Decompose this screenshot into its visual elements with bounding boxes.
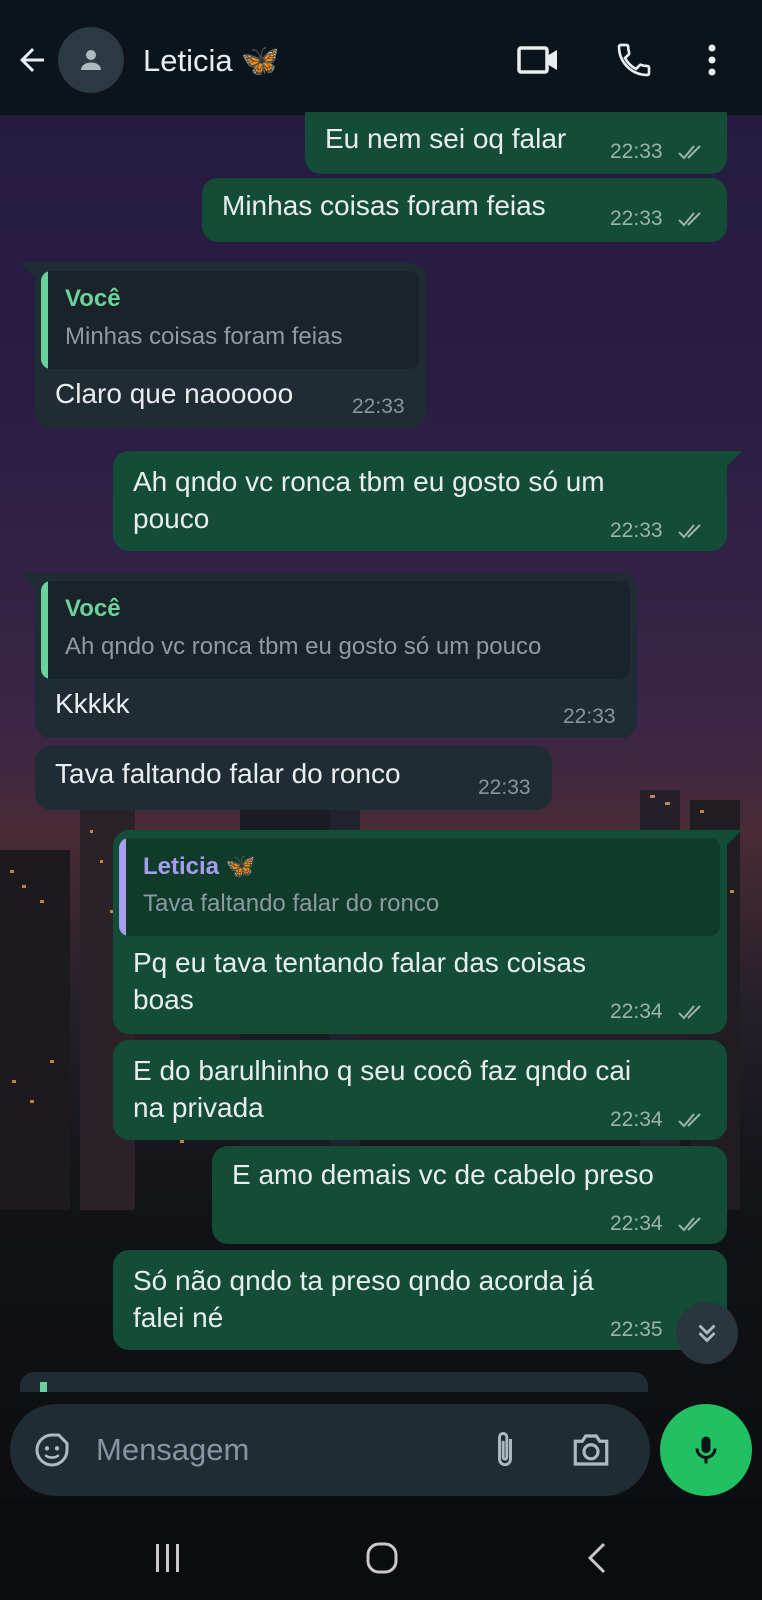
message-time: 22:33	[610, 207, 663, 230]
mic-icon	[695, 1436, 717, 1464]
message-incoming-partial[interactable]	[20, 1372, 648, 1392]
quote-text: Minhas coisas foram feias	[65, 323, 343, 350]
message-time: 22:33	[478, 776, 531, 799]
message-text: E amo demais vc de cabelo preso	[232, 1159, 654, 1190]
message-text-line: falei né	[133, 1302, 224, 1333]
message-outgoing[interactable]: Leticia 🦋 Tava faltando falar do ronco P…	[113, 830, 727, 1034]
message-outgoing[interactable]: E do barulhinho q seu cocô faz qndo cai …	[113, 1040, 727, 1140]
message-time: 22:33	[563, 705, 616, 728]
read-ticks-icon	[678, 1217, 701, 1232]
message-text-line: pouco	[133, 503, 210, 534]
nav-back-icon[interactable]	[580, 1540, 616, 1576]
message-text-line: Pq eu tava tentando falar das coisas	[133, 947, 586, 978]
message-text: Claro que naooooo	[55, 378, 294, 409]
quoted-message[interactable]: Você Minhas coisas foram feias	[41, 271, 419, 369]
message-time: 22:33	[610, 140, 663, 163]
message-time: 22:33	[352, 395, 405, 418]
quote-bar	[41, 581, 48, 679]
message-text: Minhas coisas foram feias	[222, 190, 546, 221]
message-text: Eu nem sei oq falar	[325, 123, 567, 154]
quote-text: Tava faltando falar do ronco	[143, 890, 440, 917]
video-call-icon[interactable]	[516, 40, 560, 80]
quote-author: Você	[65, 285, 121, 312]
message-text-line: E do barulhinho q seu cocô faz qndo cai	[133, 1055, 632, 1086]
quote-text: Ah qndo vc ronca tbm eu gosto só um pouc…	[65, 633, 542, 660]
back-arrow-icon[interactable]	[14, 42, 50, 78]
read-ticks-icon	[678, 1005, 701, 1020]
quote-bar	[119, 838, 126, 936]
attach-icon[interactable]	[490, 1428, 520, 1472]
message-incoming[interactable]: Você Ah qndo vc ronca tbm eu gosto só um…	[35, 573, 637, 738]
message-input[interactable]: Mensagem	[96, 1432, 249, 1468]
camera-icon[interactable]	[570, 1430, 612, 1470]
quote-author: Leticia 🦋	[143, 853, 256, 880]
message-time: 22:35	[610, 1318, 663, 1341]
message-outgoing[interactable]: Eu nem sei oq falar 22:33	[305, 112, 727, 174]
read-ticks-icon	[678, 212, 701, 227]
message-text-line: Só não qndo ta preso qndo acorda já	[133, 1265, 594, 1296]
scroll-down-icon	[698, 1324, 716, 1343]
bubble-tail	[726, 451, 742, 467]
message-outgoing[interactable]: Ah qndo vc ronca tbm eu gosto só um pouc…	[113, 451, 727, 551]
message-time: 22:34	[610, 1000, 663, 1023]
read-ticks-icon	[678, 145, 701, 160]
message-text-line: Ah qndo vc ronca tbm eu gosto só um	[133, 466, 605, 497]
scroll-to-bottom-button[interactable]	[676, 1302, 738, 1364]
read-ticks-icon	[678, 524, 701, 539]
message-text-line: boas	[133, 984, 194, 1015]
message-incoming[interactable]: Você Minhas coisas foram feias Claro que…	[35, 263, 426, 428]
message-time: 22:33	[610, 519, 663, 542]
quote-author: Você	[65, 595, 121, 622]
quoted-message[interactable]: Você Ah qndo vc ronca tbm eu gosto só um…	[41, 581, 630, 679]
voice-message-button[interactable]	[660, 1404, 752, 1496]
bubble-tail	[20, 573, 36, 589]
quote-bar	[40, 1382, 47, 1392]
more-vert-icon[interactable]	[700, 40, 724, 80]
message-incoming[interactable]: Tava faltando falar do ronco 22:33	[35, 746, 552, 810]
avatar-icon	[81, 50, 101, 70]
message-outgoing[interactable]: Só não qndo ta preso qndo acorda já fale…	[113, 1250, 727, 1350]
quote-bar	[41, 271, 48, 369]
message-text: Tava faltando falar do ronco	[55, 758, 401, 789]
message-outgoing[interactable]: Minhas coisas foram feias 22:33	[202, 178, 727, 242]
sticker-icon[interactable]	[32, 1430, 72, 1470]
bubble-tail	[20, 263, 36, 279]
contact-name[interactable]: Leticia 🦋	[143, 42, 280, 79]
read-ticks-icon	[678, 1113, 701, 1128]
home-icon[interactable]	[364, 1540, 400, 1576]
system-nav-bar	[0, 1500, 762, 1600]
avatar[interactable]	[58, 27, 124, 93]
chat-header: Leticia 🦋	[0, 0, 762, 115]
message-composer: Mensagem	[10, 1404, 650, 1496]
phone-icon[interactable]	[612, 40, 656, 80]
recent-apps-icon[interactable]	[150, 1540, 186, 1576]
quoted-message[interactable]: Leticia 🦋 Tava faltando falar do ronco	[119, 838, 720, 936]
message-text-line: na privada	[133, 1092, 264, 1123]
message-time: 22:34	[610, 1212, 663, 1235]
message-time: 22:34	[610, 1108, 663, 1131]
bubble-tail	[726, 830, 742, 846]
message-text: Kkkkk	[55, 688, 130, 719]
message-outgoing[interactable]: E amo demais vc de cabelo preso 22:34	[212, 1146, 727, 1244]
